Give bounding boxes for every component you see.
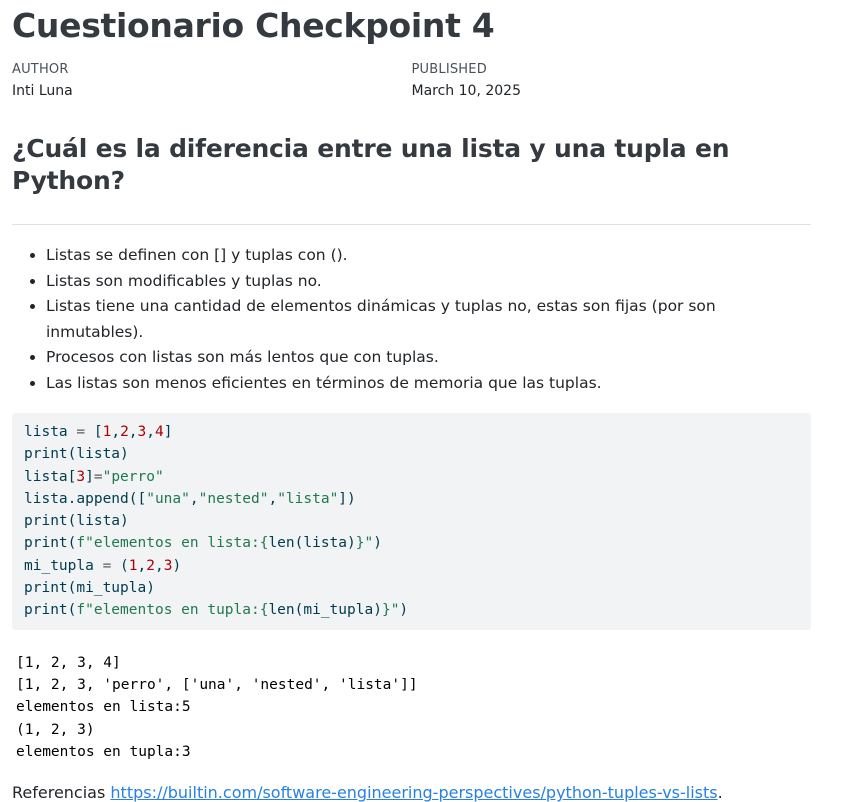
code-line: print(f"elementos en lista:{len(lista)}"… — [24, 535, 382, 552]
author-block: AUTHOR Inti Luna — [12, 62, 412, 99]
author-name: Inti Luna — [12, 83, 73, 99]
published-date: March 10, 2025 — [411, 83, 521, 99]
output-content: [1, 2, 3, 4] [1, 2, 3, 'perro', ['una', '… — [16, 652, 811, 763]
output-line: (1, 2, 3) — [16, 721, 95, 738]
list-item: Listas son modificables y tuplas no. — [46, 269, 811, 295]
list-item: Listas tiene una cantidad de elementos d… — [46, 294, 811, 345]
author-heading: AUTHOR — [12, 62, 69, 77]
output-line: [1, 2, 3, 4] — [16, 654, 121, 671]
metadata: AUTHOR Inti Luna PUBLISHED March 10, 202… — [12, 62, 811, 99]
code-content: lista = [1,2,3,4] print(lista) lista[3]="p… — [24, 421, 799, 622]
output-line: elementos en tupla:3 — [16, 743, 191, 760]
document: Cuestionario Checkpoint 4 AUTHOR Inti Lu… — [0, 0, 823, 802]
page-title: Cuestionario Checkpoint 4 — [12, 6, 495, 45]
code-line: mi_tupla = (1,2,3) — [24, 557, 182, 574]
code-block[interactable]: lista = [1,2,3,4] print(lista) lista[3]="p… — [12, 413, 811, 630]
code-line: print(lista) — [24, 446, 129, 463]
code-line: print(lista) — [24, 513, 129, 530]
list-item: Listas se definen con [] y tuplas con ()… — [46, 243, 811, 269]
code-line: print(f"elementos en tupla:{len(mi_tupla… — [24, 602, 409, 619]
reference-link[interactable]: https://builtin.com/software-engineering… — [110, 783, 717, 802]
output-line: elementos en lista:5 — [16, 699, 191, 716]
published-heading: PUBLISHED — [411, 62, 487, 77]
code-output: [1, 2, 3, 4] [1, 2, 3, 'perro', ['una', '… — [12, 652, 811, 763]
references-period: . — [717, 783, 723, 802]
published-block: PUBLISHED March 10, 2025 — [412, 62, 812, 99]
list-item: Las listas son menos eficientes en térmi… — [46, 371, 811, 397]
code-line: print(mi_tupla) — [24, 580, 155, 597]
output-line: [1, 2, 3, 'perro', ['una', 'nested', 'li… — [16, 676, 418, 693]
references: Referencias https://builtin.com/software… — [12, 783, 811, 802]
references-label: Referencias — [12, 783, 111, 802]
list-item: Procesos con listas son más lentos que c… — [46, 345, 811, 371]
question-heading: ¿Cuál es la diferencia entre una lista y… — [12, 133, 811, 225]
answer-list: Listas se definen con [] y tuplas con ()… — [12, 243, 811, 396]
code-line: lista.append(["una","nested","lista"]) — [24, 490, 356, 507]
code-line: lista[3]="perro" — [24, 468, 164, 485]
code-line: lista = [1,2,3,4] — [24, 424, 173, 440]
